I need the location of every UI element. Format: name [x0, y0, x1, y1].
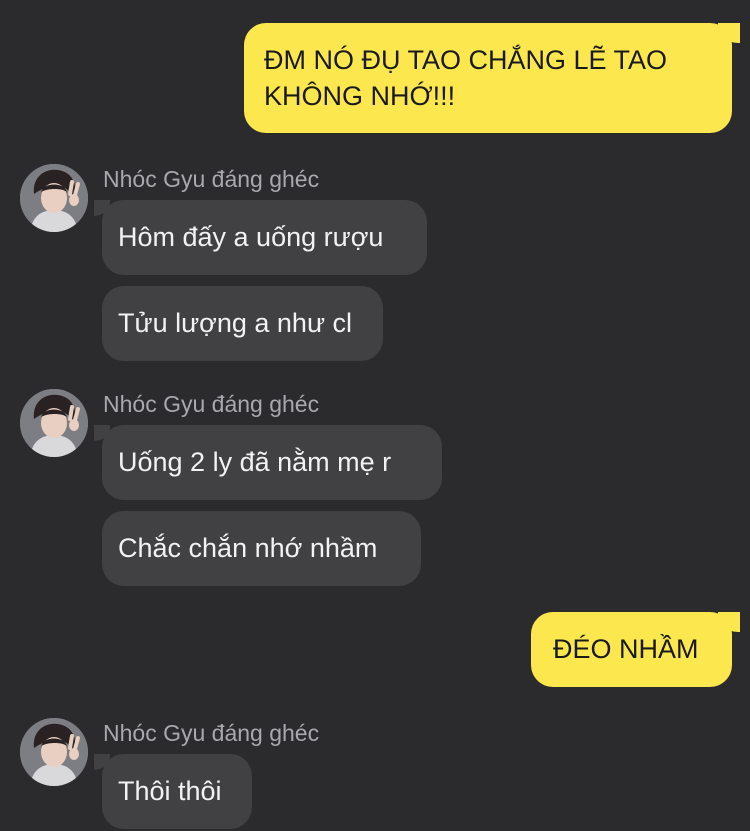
avatar[interactable] [20, 389, 88, 457]
incoming-message-bubble[interactable]: Uống 2 ly đã nằm mẹ r [102, 425, 442, 500]
outgoing-message-bubble[interactable]: ĐÉO NHẦM [531, 612, 732, 687]
chat-thread[interactable]: ĐM NÓ ĐỤ TAO CHẮNG LẼ TAO KHÔNG NHỚ!!! N… [0, 0, 750, 831]
profile-photo-icon [20, 389, 88, 457]
incoming-message-bubble[interactable]: Tửu lượng a như cl [102, 286, 383, 361]
incoming-message-bubble[interactable]: Chắc chắn nhớ nhầm [102, 511, 421, 586]
sender-name: Nhóc Gyu đáng ghéc [103, 720, 320, 746]
profile-photo-icon [20, 164, 88, 232]
incoming-message-bubble[interactable]: Hôm đấy a uống rượu [102, 200, 427, 275]
sender-name: Nhóc Gyu đáng ghéc [103, 166, 320, 192]
avatar[interactable] [20, 164, 88, 232]
incoming-message-bubble[interactable]: Thôi thôi [102, 754, 252, 829]
profile-photo-icon [20, 718, 88, 786]
sender-name: Nhóc Gyu đáng ghéc [103, 391, 320, 417]
outgoing-message-bubble[interactable]: ĐM NÓ ĐỤ TAO CHẮNG LẼ TAO KHÔNG NHỚ!!! [244, 23, 732, 133]
avatar[interactable] [20, 718, 88, 786]
